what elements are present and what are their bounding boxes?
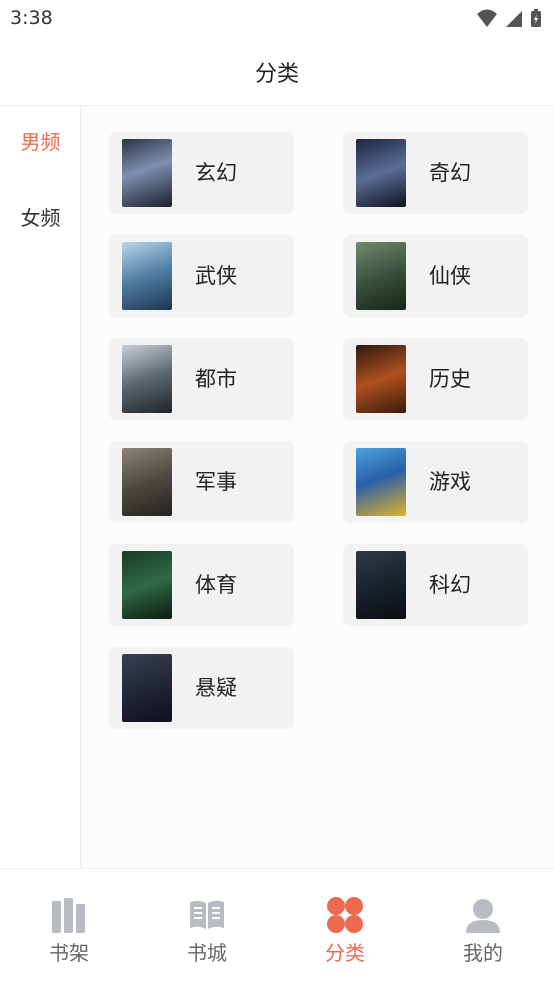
bookshelf-icon — [52, 898, 85, 933]
category-card-xuanhuan[interactable]: 玄幻 — [109, 132, 294, 214]
title-bar: 分类 — [0, 38, 554, 106]
side-nav: 男频 女频 — [0, 106, 81, 868]
category-label: 历史 — [429, 367, 471, 391]
battery-icon — [531, 9, 541, 27]
category-label: 玄幻 — [195, 161, 237, 185]
bottom-tab-bar: 书架 书城 分类 我的 — [0, 868, 554, 984]
tab-category[interactable]: 分类 — [276, 891, 414, 971]
category-card-xuanyi[interactable]: 悬疑 — [109, 647, 294, 729]
book-cover — [356, 345, 406, 413]
book-cover — [356, 139, 406, 207]
cellular-signal-icon — [506, 11, 522, 27]
status-bar: 3:38 — [0, 0, 554, 38]
book-cover — [122, 139, 172, 207]
tab-label: 分类 — [325, 941, 365, 965]
book-cover — [356, 242, 406, 310]
category-grid: 玄幻 奇幻 武侠 仙侠 都市 历史 军事 游戏 体育 科幻 悬疑 — [81, 106, 554, 868]
category-label: 仙侠 — [429, 264, 471, 288]
category-label: 体育 — [195, 573, 237, 597]
side-tab-female[interactable]: 女频 — [0, 198, 81, 238]
category-card-lishi[interactable]: 历史 — [343, 338, 528, 420]
book-cover — [122, 551, 172, 619]
category-label: 奇幻 — [429, 161, 471, 185]
side-tab-male[interactable]: 男频 — [0, 122, 81, 162]
tab-bookshelf[interactable]: 书架 — [0, 891, 138, 971]
category-card-wuxia[interactable]: 武侠 — [109, 235, 294, 317]
book-cover — [122, 345, 172, 413]
user-icon — [466, 899, 500, 933]
category-card-kehuan[interactable]: 科幻 — [343, 544, 528, 626]
page-title: 分类 — [254, 62, 299, 87]
category-label: 悬疑 — [195, 676, 237, 700]
status-icons — [476, 8, 542, 28]
status-time: 3:38 — [10, 7, 53, 29]
book-cover — [122, 654, 172, 722]
tab-label: 书城 — [187, 941, 227, 965]
book-cover — [356, 448, 406, 516]
wifi-icon — [477, 9, 497, 27]
category-card-junshi[interactable]: 军事 — [109, 441, 294, 523]
book-cover — [356, 551, 406, 619]
category-label: 武侠 — [195, 264, 237, 288]
open-book-icon — [190, 900, 224, 929]
tab-bookstore[interactable]: 书城 — [138, 891, 276, 971]
book-cover — [122, 242, 172, 310]
tab-label: 我的 — [463, 941, 503, 965]
category-card-qihuan[interactable]: 奇幻 — [343, 132, 528, 214]
tab-mine[interactable]: 我的 — [414, 891, 552, 971]
category-card-tiyu[interactable]: 体育 — [109, 544, 294, 626]
category-card-youxi[interactable]: 游戏 — [343, 441, 528, 523]
tab-label: 书架 — [49, 941, 89, 965]
book-cover — [122, 448, 172, 516]
category-label: 科幻 — [429, 573, 471, 597]
category-label: 都市 — [195, 367, 237, 391]
category-grid-icon — [327, 897, 363, 933]
category-card-xianxia[interactable]: 仙侠 — [343, 235, 528, 317]
category-label: 游戏 — [429, 470, 471, 494]
category-label: 军事 — [195, 470, 237, 494]
category-card-dushi[interactable]: 都市 — [109, 338, 294, 420]
